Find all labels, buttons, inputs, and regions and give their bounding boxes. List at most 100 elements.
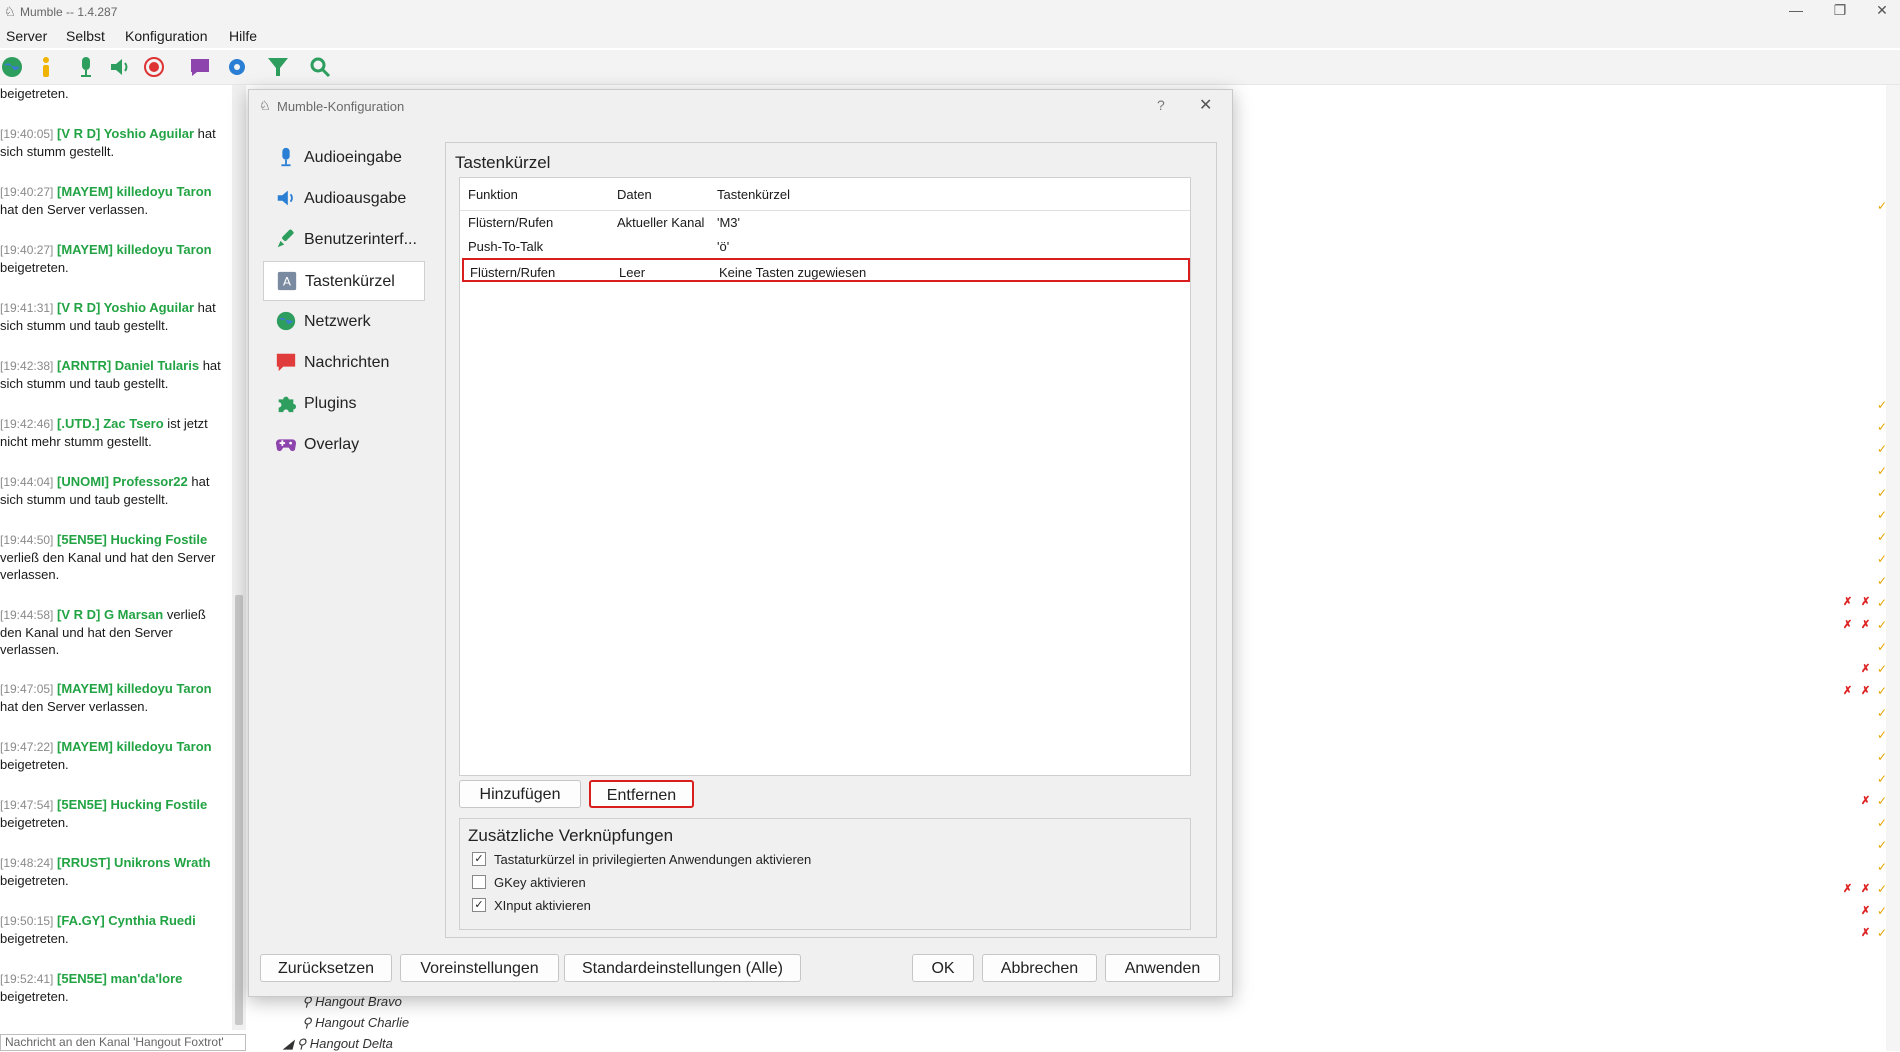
- chat-entry: [19:44:04] [UNOMI] Professor22 hat sich …: [0, 473, 222, 508]
- chat-username[interactable]: [.UTD.] Zac Tsero: [57, 416, 164, 431]
- nav-item-audioausgabe[interactable]: Audioausgabe: [263, 179, 423, 217]
- restore-icon[interactable]: ❐: [1820, 2, 1860, 19]
- info-icon[interactable]: [34, 55, 58, 79]
- registered-check-icon: ✓: [1877, 662, 1888, 676]
- chat-entry: [19:44:50] [5EN5E] Hucking Fostile verli…: [0, 531, 222, 583]
- add-button[interactable]: Hinzufügen: [459, 780, 581, 808]
- gear-icon[interactable]: [225, 55, 249, 79]
- globe-icon[interactable]: [0, 55, 24, 79]
- tree-item-hangout-delta[interactable]: ◢ ⚲ Hangout Delta: [283, 1036, 393, 1052]
- minimize-icon[interactable]: —: [1776, 2, 1816, 18]
- chat-timestamp: [19:44:04]: [0, 475, 54, 489]
- registered-check-icon: ✓: [1877, 882, 1888, 896]
- reset-button[interactable]: Zurücksetzen: [260, 954, 392, 982]
- checkbox-gkey[interactable]: [472, 875, 486, 889]
- chat-username[interactable]: [MAYEM] killedoyu Taron: [57, 739, 212, 754]
- speaker-icon: [277, 190, 293, 206]
- chat-entry: [19:47:22] [MAYEM] killedoyu Taron beige…: [0, 738, 222, 773]
- nav-label: Overlay: [304, 436, 360, 453]
- checkbox-privileged-apps[interactable]: ✓: [472, 852, 486, 866]
- microphone-icon[interactable]: [74, 55, 98, 79]
- registered-check-icon: ✓: [1877, 508, 1888, 522]
- chat-timestamp: [19:42:46]: [0, 417, 54, 431]
- chat-username[interactable]: [5EN5E] man'da'lore: [57, 971, 182, 986]
- nav-item-overlay[interactable]: Overlay: [263, 425, 423, 463]
- menu-server[interactable]: Server: [6, 28, 47, 44]
- menu-selbst[interactable]: Selbst: [66, 28, 105, 44]
- chat-timestamp: [19:47:54]: [0, 798, 54, 812]
- column-header-tastenkuerzel[interactable]: Tastenkürzel: [717, 187, 790, 202]
- ok-button[interactable]: OK: [912, 954, 974, 982]
- checkbox-xinput[interactable]: ✓: [472, 898, 486, 912]
- apply-button[interactable]: Anwenden: [1105, 954, 1220, 982]
- chat-username[interactable]: [V R D] Yoshio Aguilar: [57, 300, 194, 315]
- chat-username[interactable]: [ARNTR] Daniel Tularis: [57, 358, 199, 373]
- registered-check-icon: ✓: [1877, 486, 1888, 500]
- defaults-all-button[interactable]: Standardeinstellungen (Alle): [564, 954, 801, 982]
- nav-item-benutzerinterface[interactable]: Benutzerinterf...: [263, 220, 423, 258]
- chat-username[interactable]: [RRUST] Unikrons Wrath: [57, 855, 211, 870]
- chat-username[interactable]: [MAYEM] killedoyu Taron: [57, 184, 212, 199]
- nav-item-nachrichten[interactable]: Nachrichten: [263, 343, 423, 381]
- cancel-button[interactable]: Abbrechen: [982, 954, 1097, 982]
- chat-entry: [19:42:38] [ARNTR] Daniel Tularis hat si…: [0, 357, 222, 392]
- table-header: Funktion Daten Tastenkürzel: [460, 178, 1190, 211]
- chat-text: beigetreten.: [0, 873, 69, 888]
- column-header-funktion[interactable]: Funktion: [468, 187, 518, 202]
- table-row[interactable]: Push-To-Talk 'ö': [460, 234, 1190, 258]
- menu-bar: Server Selbst Konfiguration Hilfe: [0, 24, 1900, 48]
- chat-username[interactable]: [V R D] Yoshio Aguilar: [57, 126, 194, 141]
- title-bar: ♘ Mumble -- 1.4.287 — ❐ ✕: [0, 0, 1900, 24]
- chat-username[interactable]: [5EN5E] Hucking Fostile: [57, 532, 207, 547]
- group-title: Zusätzliche Verknüpfungen: [468, 826, 674, 845]
- nav-item-audioeingabe[interactable]: Audioeingabe: [263, 138, 423, 176]
- muted-icon: ✗: [1861, 685, 1871, 697]
- shortcuts-table[interactable]: Funktion Daten Tastenkürzel Flüstern/Ruf…: [459, 177, 1191, 776]
- nav-item-tastenkuerzel[interactable]: A Tastenkürzel: [263, 261, 425, 301]
- table-row[interactable]: Flüstern/Rufen Aktueller Kanal 'M3': [460, 210, 1190, 234]
- chat-timestamp: [19:41:31]: [0, 301, 54, 315]
- close-window-icon[interactable]: ✕: [1862, 2, 1900, 19]
- chat-username[interactable]: [V R D] G Marsan: [57, 607, 163, 622]
- chat-scrollbar[interactable]: [232, 85, 246, 1030]
- close-icon[interactable]: ✕: [1199, 95, 1212, 115]
- nav-item-plugins[interactable]: Plugins: [263, 384, 423, 422]
- speaker-icon[interactable]: [108, 55, 132, 79]
- muted-icon: ✗: [1843, 883, 1853, 895]
- tree-scrollbar[interactable]: [1886, 85, 1900, 1051]
- expand-arrow-icon[interactable]: ◢: [283, 1036, 293, 1051]
- registered-check-icon: ✓: [1877, 464, 1888, 478]
- scrollbar-thumb[interactable]: [235, 595, 243, 1025]
- nav-item-netzwerk[interactable]: Netzwerk: [263, 302, 423, 340]
- tree-item-hangout-charlie[interactable]: ⚲ Hangout Charlie: [302, 1015, 409, 1031]
- search-icon[interactable]: [308, 55, 332, 79]
- chat-entry: [19:47:05] [MAYEM] killedoyu Taron hat d…: [0, 680, 222, 715]
- chat-username[interactable]: [MAYEM] killedoyu Taron: [57, 681, 212, 696]
- registered-check-icon: ✓: [1877, 728, 1888, 742]
- help-icon[interactable]: ?: [1157, 97, 1165, 113]
- chat-log[interactable]: beigetreten. [19:40:05] [V R D] Yoshio A…: [0, 85, 232, 1030]
- menu-konfiguration[interactable]: Konfiguration: [125, 28, 208, 44]
- filter-icon[interactable]: [266, 55, 290, 79]
- tree-item-label: Hangout Delta: [309, 1036, 393, 1051]
- nav-label: Netzwerk: [304, 313, 371, 330]
- chat-username[interactable]: [FA.GY] Cynthia Ruedi: [57, 913, 196, 928]
- column-header-daten[interactable]: Daten: [617, 187, 652, 202]
- record-icon[interactable]: [142, 55, 166, 79]
- table-row-selected[interactable]: Flüstern/Rufen Leer Keine Tasten zugewie…: [462, 258, 1190, 282]
- chat-message-input[interactable]: Nachricht an den Kanal 'Hangout Foxtrot': [0, 1034, 246, 1051]
- registered-check-icon: ✓: [1877, 574, 1888, 588]
- chat-username[interactable]: [MAYEM] killedoyu Taron: [57, 242, 212, 257]
- chat-entry: [19:48:24] [RRUST] Unikrons Wrath beiget…: [0, 854, 222, 889]
- chat-timestamp: [19:47:22]: [0, 740, 54, 754]
- chat-bubble-icon[interactable]: [188, 55, 212, 79]
- mumble-logo-icon: ♘: [259, 98, 271, 113]
- chat-username[interactable]: [UNOMI] Professor22: [57, 474, 188, 489]
- remove-button[interactable]: Entfernen: [589, 780, 694, 808]
- muted-icon: ✗: [1843, 619, 1853, 631]
- chat-username[interactable]: [5EN5E] Hucking Fostile: [57, 797, 207, 812]
- chat-timestamp: [19:42:38]: [0, 359, 54, 373]
- menu-hilfe[interactable]: Hilfe: [229, 28, 257, 44]
- presets-button[interactable]: Voreinstellungen: [400, 954, 559, 982]
- nav-label: Audioausgabe: [304, 190, 407, 207]
